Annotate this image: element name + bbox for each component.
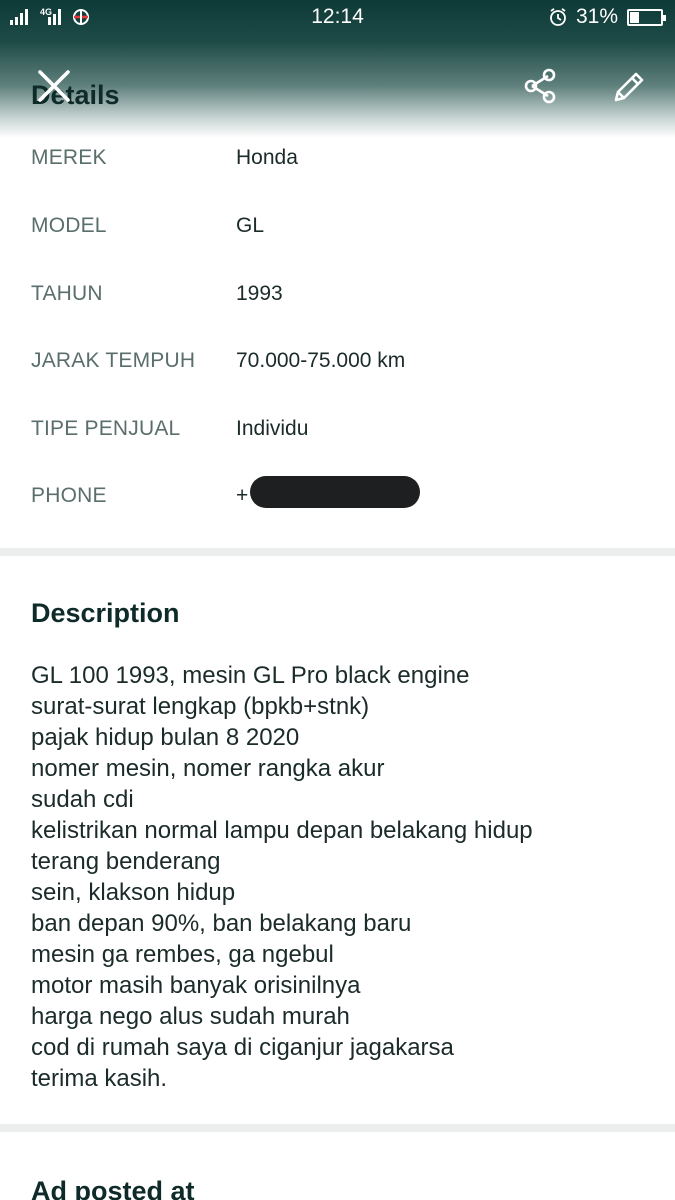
detail-value: 70.000-75.000 km [236,349,406,372]
detail-label: PHONE [31,484,107,507]
detail-value: 1993 [236,282,283,305]
detail-row-phone: PHONE + [0,476,675,524]
edit-button[interactable] [608,66,650,108]
description-line: mesin ga rembes, ga ngebul [31,941,334,968]
detail-value: Individu [236,417,309,440]
description-line: sein, klakson hidup [31,879,236,906]
detail-value: Honda [236,146,298,169]
share-icon [524,68,556,104]
detail-value: GL [236,214,265,237]
alarm-icon [550,8,566,26]
detail-row-merek: MEREK Honda [0,146,675,186]
detail-row-jarak-tempuh: JARAK TEMPUH 70.000-75.000 km [0,349,675,389]
detail-label: TIPE PENJUAL [31,417,181,440]
detail-row-tahun: TAHUN 1993 [0,282,675,322]
phone-redaction [250,476,420,508]
description-line: harga nego alus sudah murah [31,1003,350,1030]
description-line: terima kasih. [31,1065,168,1092]
detail-row-tipe-penjual: TIPE PENJUAL Individu [0,417,675,457]
description-line: surat-surat lengkap (bpkb+stnk) [31,693,370,720]
description-line: nomer mesin, nomer rangka akur [31,755,385,782]
description-line: kelistrikan normal lampu depan belakang … [31,817,533,844]
description-line: sudah cdi [31,786,134,813]
screen: 4G 12:14 31% Details MEREK Honda MODEL G… [0,0,675,1200]
section-divider [0,548,675,556]
detail-label: TAHUN [31,282,103,305]
description-line: pajak hidup bulan 8 2020 [31,724,300,751]
detail-label: MODEL [31,214,107,237]
battery-icon [627,9,666,26]
detail-label: MEREK [31,146,107,169]
description-line: terang benderang [31,848,221,875]
description-line: cod di rumah saya di ciganjur jagakarsa [31,1034,454,1061]
detail-row-model: MODEL GL [0,214,675,254]
edit-icon [614,72,644,102]
close-button[interactable] [34,66,74,106]
status-time: 12:14 [311,5,364,28]
description-line: motor masih banyak orisinilnya [31,972,361,999]
detail-label: JARAK TEMPUH [31,349,196,372]
status-bar: 4G 12:14 31% [0,0,675,36]
description-title: Description [31,598,180,628]
ad-posted-title: Ad posted at [31,1176,195,1200]
close-icon [38,70,70,102]
description-body: GL 100 1993, mesin GL Pro black engine s… [31,660,651,1094]
phone-value[interactable]: + [236,484,248,508]
share-button[interactable] [520,66,560,106]
battery-percent: 31% [576,5,619,28]
description-line: GL 100 1993, mesin GL Pro black engine [31,662,470,689]
description-line: ban depan 90%, ban belakang baru [31,910,412,937]
section-divider [0,1124,675,1132]
